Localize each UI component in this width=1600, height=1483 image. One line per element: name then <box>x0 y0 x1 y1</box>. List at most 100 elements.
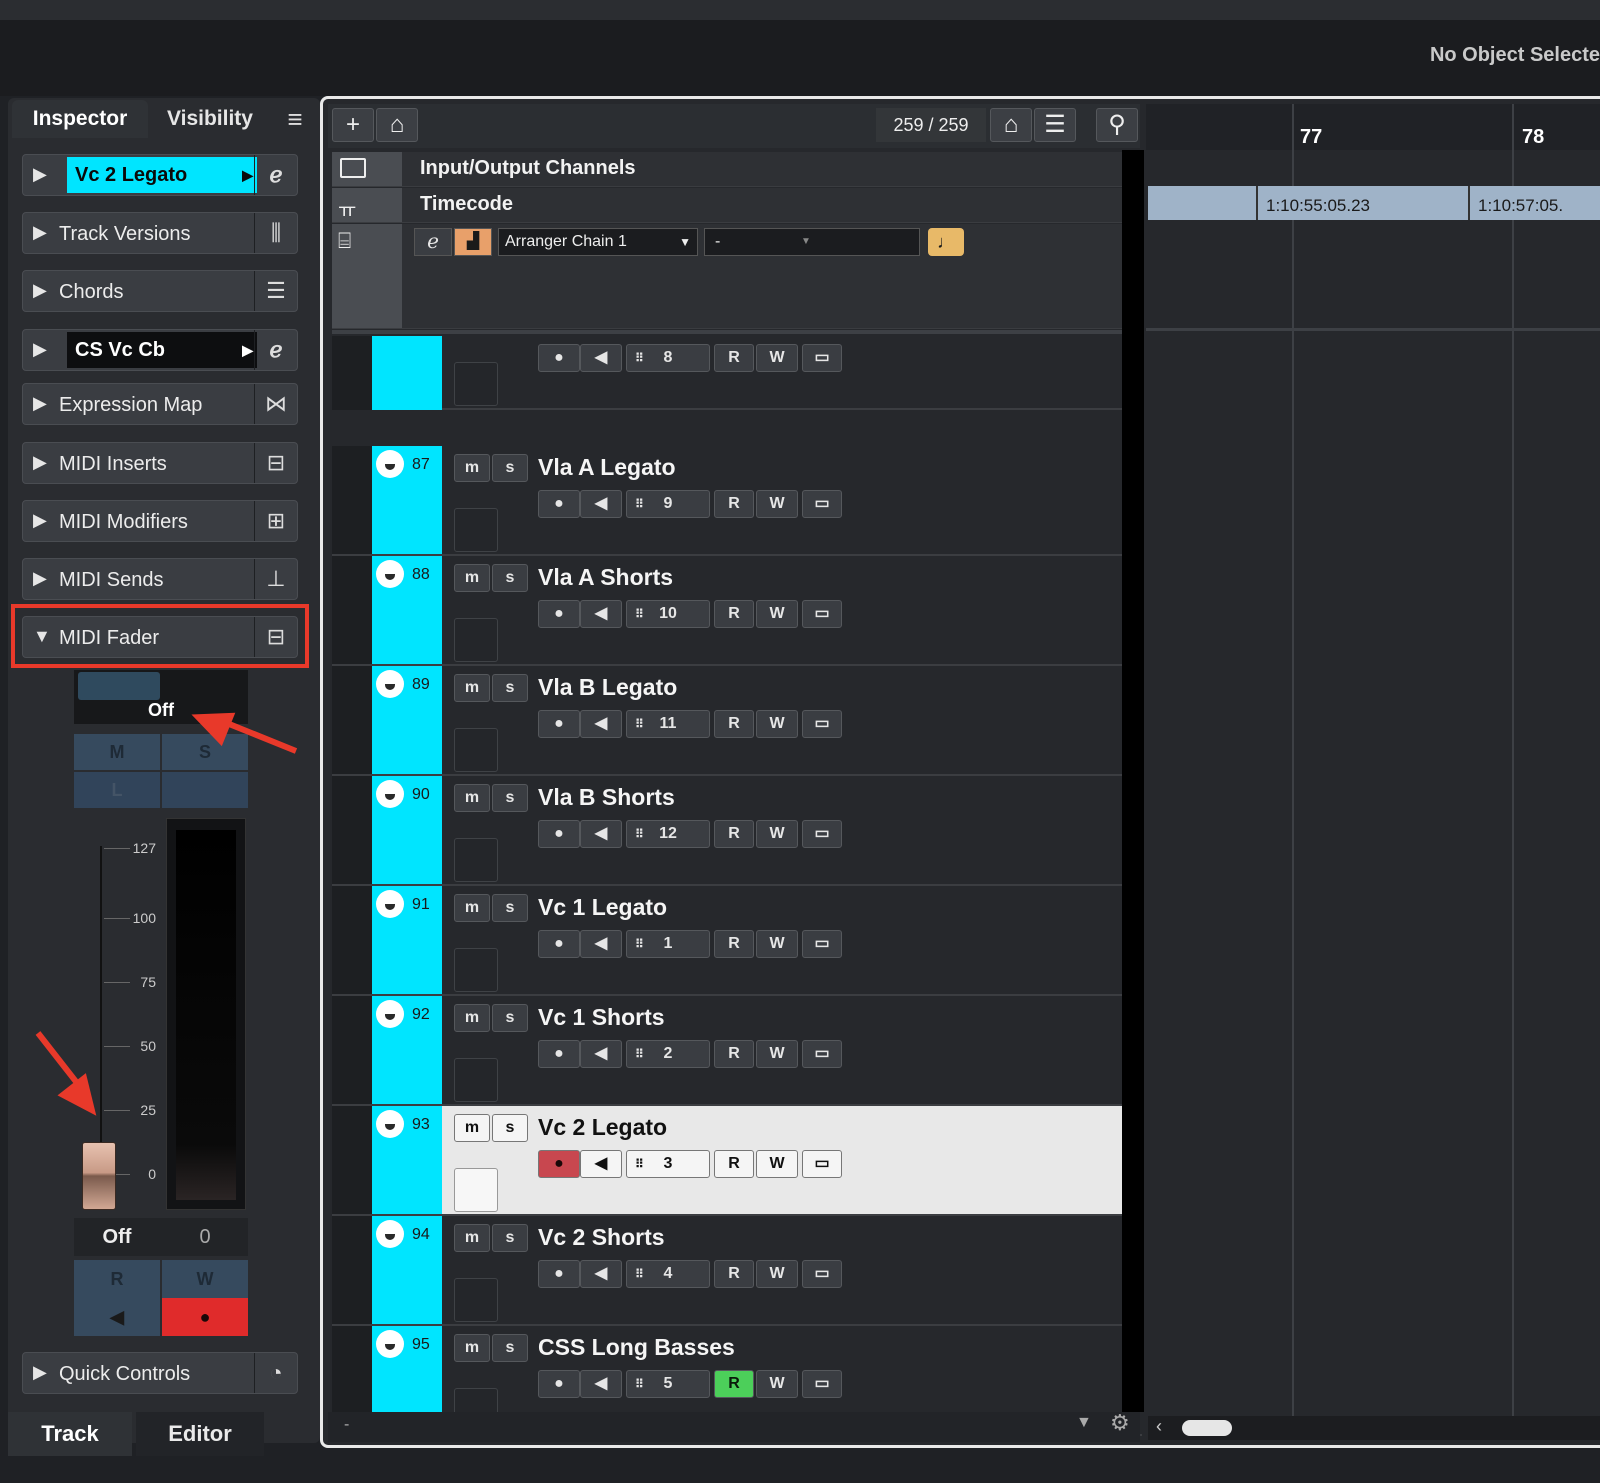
pan-slider[interactable] <box>78 672 160 700</box>
monitor-button[interactable]: ◀ <box>580 1370 622 1398</box>
track-name-field[interactable]: Vc 2 Legato ▶ <box>67 157 257 193</box>
monitor-button[interactable]: ◀ <box>580 710 622 738</box>
solo-button[interactable]: s <box>492 1224 528 1252</box>
mute-button[interactable]: m <box>454 564 490 592</box>
lanes-button[interactable]: ▭ <box>802 1040 842 1068</box>
track-row[interactable]: 88 m s Vla A Shorts ● ◀ ⠿ 10 R W ▭ <box>332 556 1142 666</box>
visibility-button[interactable]: ⌂ <box>990 108 1032 142</box>
write-automation-button[interactable]: W <box>756 820 798 848</box>
read-automation-button[interactable]: R <box>714 344 754 372</box>
midi-channel-display[interactable]: ⠿ 2 <box>626 1040 710 1068</box>
minus-icon[interactable]: - <box>344 1416 349 1434</box>
add-track-button[interactable]: + <box>332 108 374 142</box>
track-name[interactable]: Vc 1 Shorts <box>538 1004 665 1031</box>
midi-channel-display[interactable]: ⠿ 5 <box>626 1370 710 1398</box>
mute-button[interactable]: m <box>454 1004 490 1032</box>
record-enable-button[interactable]: ● <box>538 1150 580 1178</box>
monitor-button[interactable]: ◀ <box>580 490 622 518</box>
record-enable-button[interactable]: ● <box>538 490 580 518</box>
write-automation-button[interactable]: W <box>756 490 798 518</box>
lanes-button[interactable]: ▭ <box>802 490 842 518</box>
track-edit-button[interactable] <box>454 948 498 992</box>
monitor-button[interactable]: ◀ <box>580 1040 622 1068</box>
folder-button[interactable]: ⌂ <box>376 108 418 142</box>
record-enable-button[interactable]: ● <box>162 1298 248 1336</box>
write-automation-button[interactable]: W <box>756 1150 798 1178</box>
track-row[interactable]: 94 m s Vc 2 Shorts ● ◀ ⠿ 4 R W ▭ <box>332 1216 1142 1326</box>
section-midi-inserts[interactable]: ▶ MIDI Inserts ⊟ <box>22 442 298 484</box>
section-track-name[interactable]: ▶ Vc 2 Legato ▶ ℯ <box>22 154 298 196</box>
monitor-button[interactable]: ◀ <box>74 1298 160 1336</box>
section-quick-controls[interactable]: ▶ Quick Controls ◔ <box>22 1352 298 1394</box>
read-automation-button[interactable]: R <box>714 600 754 628</box>
midi-channel-display[interactable]: ⠿ 12 <box>626 820 710 848</box>
midi-channel-display[interactable]: ⠿ 11 <box>626 710 710 738</box>
midi-channel-display[interactable]: ⠿ 1 <box>626 930 710 958</box>
section-chords[interactable]: ▶ Chords ☰ <box>22 270 298 312</box>
chevron-left-icon[interactable]: ‹ <box>1156 1416 1162 1437</box>
monitor-button[interactable]: ◀ <box>580 1260 622 1288</box>
track-edit-button[interactable] <box>454 1278 498 1322</box>
track-name[interactable]: Vc 1 Legato <box>538 894 667 921</box>
lanes-button[interactable]: ▭ <box>802 344 842 372</box>
read-automation-button[interactable]: R <box>714 1150 754 1178</box>
expand-arrow-icon[interactable]: ▶ <box>33 339 47 360</box>
volume-fader-handle[interactable] <box>82 1142 116 1210</box>
lanes-button[interactable]: ▭ <box>802 1370 842 1398</box>
midi-channel-display[interactable]: ⠿ 4 <box>626 1260 710 1288</box>
mute-button[interactable]: m <box>454 894 490 922</box>
track-row[interactable]: 92 m s Vc 1 Shorts ● ◀ ⠿ 2 R W ▭ <box>332 996 1142 1106</box>
track-name[interactable]: Vla B Shorts <box>538 784 675 811</box>
tracklist-scrollbar[interactable] <box>1122 150 1144 1412</box>
read-automation-button[interactable]: R <box>714 1260 754 1288</box>
write-automation-button[interactable]: W <box>756 600 798 628</box>
record-enable-button[interactable]: ● <box>538 1040 580 1068</box>
listen-button[interactable]: L <box>74 772 160 808</box>
solo-button[interactable]: s <box>492 784 528 812</box>
arranger-mode-button[interactable]: ▟ <box>454 228 492 256</box>
track-edit-button[interactable] <box>454 1168 498 1212</box>
section-expression-map[interactable]: ▶ Expression Map ⋈ <box>22 383 298 425</box>
read-automation-button[interactable]: R <box>714 710 754 738</box>
write-automation-button[interactable]: W <box>756 710 798 738</box>
record-enable-button[interactable]: ● <box>538 710 580 738</box>
record-enable-button[interactable]: ● <box>538 930 580 958</box>
track-name[interactable]: Vc 2 Shorts <box>538 1224 665 1251</box>
arranger-chain-select[interactable]: Arranger Chain 1 ▼ <box>498 228 698 256</box>
mute-button[interactable]: m <box>454 1224 490 1252</box>
solo-button[interactable]: s <box>492 674 528 702</box>
mute-button[interactable]: m <box>454 674 490 702</box>
lanes-button[interactable]: ▭ <box>802 820 842 848</box>
lanes-button[interactable]: ▭ <box>802 930 842 958</box>
lanes-button[interactable]: ▭ <box>802 1150 842 1178</box>
midi-channel-display[interactable]: ⠿ 10 <box>626 600 710 628</box>
record-enable-button[interactable]: ● <box>538 600 580 628</box>
track-edit-button[interactable] <box>454 838 498 882</box>
track-name[interactable]: Vla A Shorts <box>538 564 673 591</box>
track-color-strip[interactable] <box>372 336 442 410</box>
mute-button[interactable]: M <box>74 734 160 770</box>
track-name[interactable]: Vla B Legato <box>538 674 677 701</box>
menu-icon[interactable]: ≡ <box>280 100 310 138</box>
mute-button[interactable]: m <box>454 1114 490 1142</box>
solo-button[interactable]: s <box>492 894 528 922</box>
solo-button[interactable]: s <box>492 454 528 482</box>
tab-track[interactable]: Track <box>8 1412 132 1456</box>
solo-button[interactable]: s <box>492 1114 528 1142</box>
expand-arrow-icon[interactable]: ▶ <box>33 164 47 185</box>
lanes-button[interactable]: ▭ <box>802 1260 842 1288</box>
chevron-down-icon[interactable]: ▼ <box>1076 1414 1092 1432</box>
scrollbar-thumb[interactable] <box>1182 1420 1232 1436</box>
track-row[interactable]: 93 m s Vc 2 Legato ● ◀ ⠿ 3 R W ▭ <box>332 1106 1142 1216</box>
volume-value[interactable]: 0 <box>162 1218 248 1256</box>
track-edit-button[interactable] <box>454 618 498 662</box>
track-row[interactable]: 87 m s Vla A Legato ● ◀ ⠿ 9 R W ▭ <box>332 446 1142 556</box>
mute-button[interactable]: m <box>454 1334 490 1362</box>
gear-icon[interactable]: ⚙ <box>1110 1410 1130 1436</box>
section-instrument[interactable]: ▶ CS Vc Cb ▶ ℯ <box>22 329 298 371</box>
track-row[interactable]: 90 m s Vla B Shorts ● ◀ ⠿ 12 R W ▭ <box>332 776 1142 886</box>
write-automation-button[interactable]: W <box>756 1040 798 1068</box>
note-icon[interactable]: ♩ <box>928 228 964 256</box>
section-track-versions[interactable]: ▶ Track Versions ⫼ <box>22 212 298 254</box>
track-name[interactable]: Vc 2 Legato <box>538 1114 667 1141</box>
